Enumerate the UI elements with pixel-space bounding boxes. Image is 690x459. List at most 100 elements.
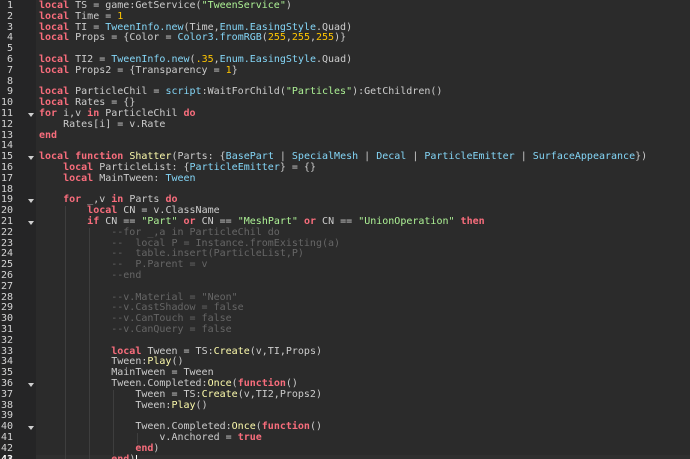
code-token: MainTween: xyxy=(93,172,166,184)
code-line[interactable]: end) xyxy=(36,454,690,459)
code-line-text: --v.CanQuery = false xyxy=(39,324,231,336)
code-token: Decal xyxy=(376,151,407,163)
code-token: script xyxy=(165,86,202,98)
line-number: 17 xyxy=(0,172,13,184)
code-token: end xyxy=(39,129,58,141)
code-line[interactable]: --end xyxy=(36,270,690,282)
code-token: () xyxy=(171,356,184,368)
code-token: in xyxy=(87,108,100,119)
code-token: | xyxy=(273,151,292,163)
fold-arrow-icon[interactable] xyxy=(28,198,34,203)
code-token: function xyxy=(261,421,310,433)
fold-arrow-icon[interactable] xyxy=(28,425,34,430)
code-token: | xyxy=(514,151,533,163)
code-token: "Part" xyxy=(141,216,178,227)
code-token: --v.CastShadow = false xyxy=(39,302,244,314)
code-token: () xyxy=(285,378,298,389)
code-token: } = {} xyxy=(279,162,316,173)
code-token: in xyxy=(111,194,124,206)
code-token: local xyxy=(87,205,118,217)
code-token: ParticleChil = xyxy=(69,86,166,98)
code-token: BasePart xyxy=(225,151,274,163)
code-token: ParticleEmitter xyxy=(424,151,515,163)
code-token: local xyxy=(39,97,70,109)
code-token: for xyxy=(63,194,82,206)
code-token: Rates[i] = v.Rate xyxy=(39,118,166,130)
code-token: local xyxy=(39,64,70,76)
code-token: "UnionOperation" xyxy=(358,216,455,227)
code-token: TweenInfo.new xyxy=(105,21,184,33)
code-line[interactable]: local Props = {Color = Color3.fromRGB(25… xyxy=(36,32,690,44)
code-token: ParticleList: { xyxy=(93,162,190,173)
code-line[interactable]: --v.CanQuery = false xyxy=(36,324,690,336)
code-token: Once xyxy=(207,378,232,389)
text-caret xyxy=(136,455,138,459)
code-line[interactable]: Rates[i] = v.Rate xyxy=(36,118,690,131)
code-token: Enum.EasingStyle xyxy=(219,21,316,33)
code-token: "TweenService" xyxy=(201,0,286,11)
code-token: ) xyxy=(129,454,135,459)
code-token: Play xyxy=(147,356,172,368)
fold-arrow-icon[interactable] xyxy=(28,382,34,387)
script-editor[interactable]: 1 2 3 4 5 6 7 8 9 10 11 12 13 14 15 16 17 18 19 20 21 22 23 24 2… xyxy=(0,0,690,459)
code-token: "MeshPart" xyxy=(237,216,298,227)
fold-arrow-icon[interactable] xyxy=(28,155,34,160)
code-token: }) xyxy=(635,151,648,163)
code-token: (Time, xyxy=(183,21,220,33)
indent-guide xyxy=(113,389,115,455)
code-token: Create xyxy=(201,388,238,400)
code-token: Tween = TS: xyxy=(39,388,202,400)
code-token: SpecialMesh xyxy=(291,151,359,163)
code-token: local xyxy=(63,162,94,173)
code-token: ) xyxy=(153,442,160,454)
code-token: TI2 = xyxy=(69,54,112,65)
code-token: local xyxy=(39,21,70,33)
code-line[interactable]: local TS = game:GetService("TweenService… xyxy=(36,0,690,12)
code-token: i,v xyxy=(57,108,88,119)
code-token: Tween.Completed: xyxy=(39,421,232,433)
fold-arrow-icon[interactable] xyxy=(28,220,34,225)
line-number: 22 xyxy=(0,226,13,238)
code-line-text: local MainTween: Tween xyxy=(39,172,195,185)
code-line-text: local Props2 = {Transparency = 1} xyxy=(39,64,238,77)
code-token: 255 xyxy=(291,32,310,44)
code-token: Time = xyxy=(69,10,118,22)
code-token: .35 xyxy=(195,54,214,65)
code-token: local xyxy=(39,86,70,98)
code-token: Rates = {} xyxy=(69,97,136,109)
code-token: for xyxy=(39,108,58,119)
code-token: do xyxy=(183,108,196,119)
code-token: Once xyxy=(231,421,256,433)
code-token: local xyxy=(39,32,70,44)
code-token: if xyxy=(87,216,100,227)
code-token: local xyxy=(39,0,70,11)
code-token: v.Anchored = xyxy=(39,432,238,443)
line-number: 43 xyxy=(0,454,13,459)
code-token: )} xyxy=(334,32,347,44)
code-line[interactable]: local MainTween: Tween xyxy=(36,172,690,185)
code-token: local xyxy=(39,54,70,65)
code-line[interactable]: local Props2 = {Transparency = 1} xyxy=(36,64,690,77)
code-token: Enum.EasingStyle xyxy=(219,54,316,65)
fold-arrow-icon[interactable] xyxy=(28,112,34,117)
code-token: | xyxy=(358,151,377,163)
code-token: :WaitForChild( xyxy=(201,86,286,98)
line-number: 37 xyxy=(0,388,13,400)
code-token: } xyxy=(231,64,238,76)
code-token: local xyxy=(63,172,94,184)
code-token: end xyxy=(135,442,154,454)
code-token: Tween = TS: xyxy=(141,345,214,357)
code-area[interactable]: local TS = game:GetService("TweenService… xyxy=(36,0,690,459)
code-token: local xyxy=(111,345,142,357)
code-token: Tween: xyxy=(39,356,148,368)
code-token: -- local P = Instance.fromExisting(a) xyxy=(39,237,341,249)
code-line[interactable]: Tween:Play() xyxy=(36,400,690,412)
code-token: CN = v.ClassName xyxy=(117,205,220,217)
code-token: local xyxy=(39,10,70,22)
code-token: true xyxy=(237,432,262,443)
code-token: do xyxy=(165,194,178,206)
code-line[interactable]: end xyxy=(36,129,690,142)
